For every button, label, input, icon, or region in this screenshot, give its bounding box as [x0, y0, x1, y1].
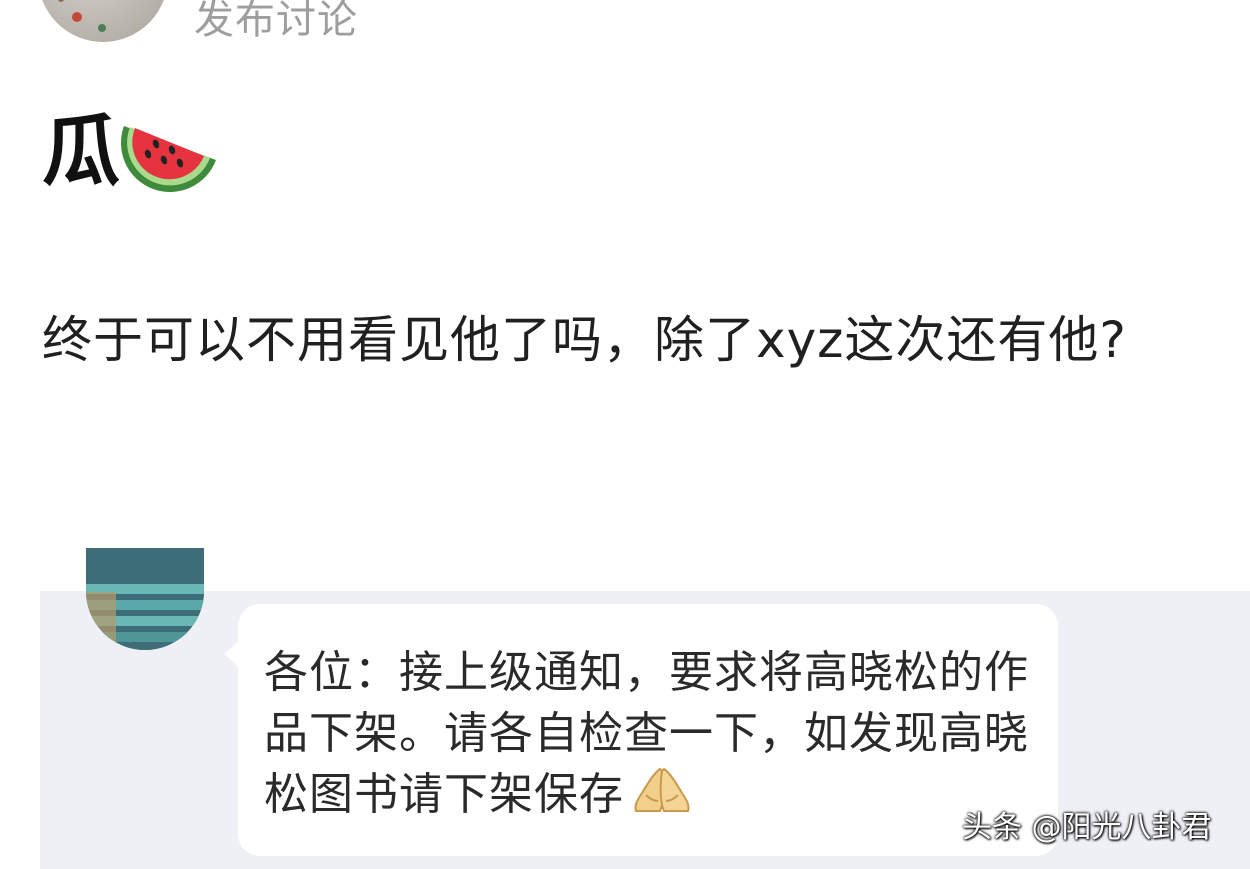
post-body: 终于可以不用看见他了吗，除了xyz这次还有他? [42, 311, 1127, 369]
watermark: 头条 @阳光八卦君 [962, 810, 1212, 845]
avatar-detail [72, 12, 82, 22]
post-title: 瓜 [42, 104, 220, 200]
author-avatar[interactable] [38, 0, 168, 42]
folded-hands-icon [634, 767, 690, 812]
avatar-detail [98, 24, 106, 32]
avatar-detail [58, 0, 64, 2]
post-title-text: 瓜 [42, 107, 121, 197]
watermelon-icon [120, 126, 217, 193]
chat-message-text: 各位：接上级通知，要求将高晓松的作品下架。请各自检查一下，如发现高晓松图书请下架… [264, 642, 1044, 825]
chat-message-bubble: 各位：接上级通知，要求将高晓松的作品下架。请各自检查一下，如发现高晓松图书请下架… [238, 604, 1058, 856]
post-header-title: 发布讨论 [194, 0, 358, 43]
